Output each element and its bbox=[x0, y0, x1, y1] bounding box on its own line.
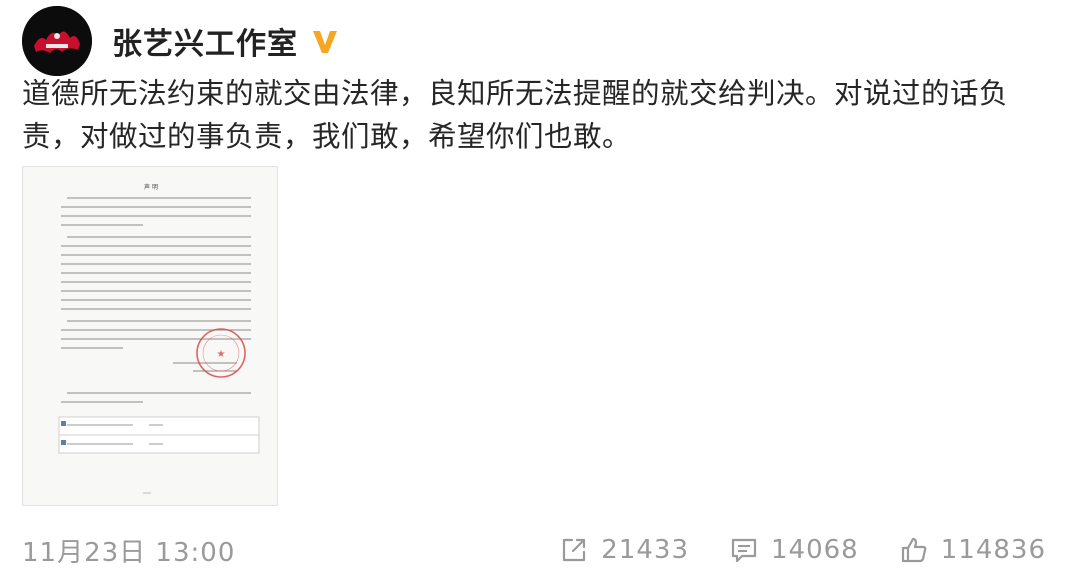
comment-count: 14068 bbox=[771, 535, 859, 565]
thumbs-up-icon bbox=[901, 537, 927, 563]
post-footer: 11月23日 13:00 21433 14068 114836 bbox=[22, 530, 1046, 570]
comment-icon bbox=[731, 538, 757, 563]
like-count: 114836 bbox=[940, 535, 1046, 565]
avatar[interactable] bbox=[22, 6, 92, 76]
verified-v-icon bbox=[313, 31, 337, 53]
share-count: 21433 bbox=[601, 535, 690, 565]
share-button[interactable]: 21433 bbox=[559, 535, 689, 565]
document-page: 声 明 ★ bbox=[23, 167, 277, 505]
account-name-wrap: 张艺兴工作室 bbox=[112, 19, 340, 63]
post-text: 道德所无法约束的就交由法律，良知所无法提醒的就交给判决。对说过的话负责，对做过的… bbox=[22, 77, 1009, 153]
post-timestamp[interactable]: 11月23日 13:00 bbox=[22, 532, 235, 569]
post-header: 张艺兴工作室 bbox=[22, 6, 340, 76]
share-icon bbox=[563, 538, 586, 562]
account-name[interactable]: 张艺兴工作室 bbox=[112, 19, 298, 63]
svg-text:★: ★ bbox=[217, 349, 226, 360]
comment-button[interactable]: 14068 bbox=[729, 535, 859, 565]
avatar-logo-icon bbox=[22, 6, 92, 76]
post-stats: 21433 14068 114836 bbox=[519, 535, 1046, 565]
like-button[interactable]: 114836 bbox=[899, 535, 1046, 565]
attached-document-image[interactable]: 声 明 ★ bbox=[22, 166, 278, 506]
document-title: 声 明 bbox=[144, 183, 158, 191]
